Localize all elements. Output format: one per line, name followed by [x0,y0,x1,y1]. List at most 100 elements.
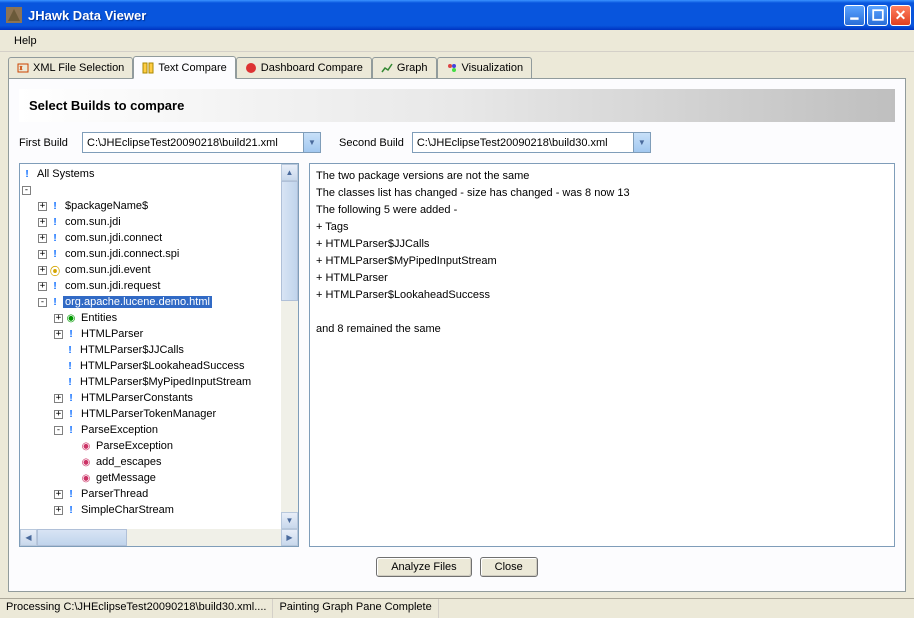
tab-visualization[interactable]: Visualization [437,57,533,79]
tree-node[interactable]: +!SimpleCharStream [22,502,296,518]
expand-icon[interactable]: + [54,394,63,403]
tree-node[interactable]: +!HTMLParserTokenManager [22,406,296,422]
second-build-combo[interactable]: ▼ [412,132,651,153]
first-build-label: First Build [19,137,74,149]
viz-icon [446,62,458,74]
close-panel-button[interactable]: Close [480,557,538,577]
tree-node[interactable]: +◉Entities [22,310,296,326]
tab-dashboard-compare[interactable]: Dashboard Compare [236,57,372,79]
package-icon: ! [50,297,60,307]
tree-node[interactable]: +!com.sun.jdi.connect [22,230,296,246]
tree-node[interactable]: -!ParseException [22,422,296,438]
compare-line: + HTMLParser$LookaheadSuccess [316,287,888,304]
compare-line: + HTMLParser$JJCalls [316,236,888,253]
scroll-up-button[interactable]: ▲ [281,164,298,181]
scroll-down-button[interactable]: ▼ [281,512,298,529]
tree-node-label: HTMLParser [79,328,145,340]
package-icon: ! [50,281,60,291]
collapse-icon[interactable]: - [22,186,31,195]
collapse-icon[interactable]: - [38,298,47,307]
tree-node-label: com.sun.jdi.request [63,280,162,292]
expand-icon[interactable]: + [38,234,47,243]
package-icon: ! [65,361,75,371]
compare-line: The classes list has changed - size has … [316,185,888,202]
tree-node[interactable]: !HTMLParser$LookaheadSuccess [22,358,296,374]
collapse-icon[interactable]: - [54,426,63,435]
package-icon: ! [65,377,75,387]
tree-node-label: HTMLParser$MyPipedInputStream [78,376,253,388]
tree-node[interactable]: +!com.sun.jdi.connect.spi [22,246,296,262]
package-icon: ! [50,201,60,211]
close-button[interactable]: ✕ [890,5,911,26]
tree-node[interactable]: +⦿com.sun.jdi.event [22,262,296,278]
horizontal-scrollbar[interactable]: ◀ ▶ [20,529,298,546]
compare-line: The following 5 were added - [316,202,888,219]
expand-icon[interactable]: + [38,266,47,275]
maximize-button[interactable] [867,5,888,26]
scroll-right-button[interactable]: ▶ [281,529,298,546]
tab-text-compare[interactable]: Text Compare [133,56,235,79]
compare-line: and 8 remained the same [316,321,888,338]
tree-node[interactable]: +!com.sun.jdi [22,214,296,230]
tree-node[interactable]: ◉getMessage [22,470,296,486]
tab-xml-file-selection[interactable]: XML File Selection [8,57,133,79]
tree-expand-root[interactable]: - [22,182,296,198]
tree-node-label: add_escapes [94,456,163,468]
tab-panel: Select Builds to compare First Build ▼ S… [8,78,906,592]
expand-icon[interactable]: + [54,314,63,323]
scroll-thumb-h[interactable] [37,529,127,546]
scroll-thumb[interactable] [281,181,298,301]
status-bar: Processing C:\JHEclipseTest20090218\buil… [0,598,914,618]
tree-node[interactable]: +!$packageName$ [22,198,296,214]
minimize-button[interactable] [844,5,865,26]
compare-text-pane: The two package versions are not the sam… [309,163,895,547]
tab-label: Graph [397,62,428,74]
tree-node[interactable]: !HTMLParser$MyPipedInputStream [22,374,296,390]
package-icon: ! [50,233,60,243]
package-tree[interactable]: !All Systems-+!$packageName$+!com.sun.jd… [20,164,298,520]
scroll-left-button[interactable]: ◀ [20,529,37,546]
tree-node[interactable]: +!HTMLParser [22,326,296,342]
second-build-dropdown-button[interactable]: ▼ [633,133,650,152]
tree-node-label: Entities [79,312,119,324]
expand-icon[interactable]: + [38,202,47,211]
tree-node[interactable]: +!HTMLParserConstants [22,390,296,406]
tree-node[interactable]: !HTMLParser$JJCalls [22,342,296,358]
class-icon: ◉ [66,313,76,323]
tree-node-label: HTMLParser$JJCalls [78,344,186,356]
tree-node-label: com.sun.jdi [63,216,123,228]
tree-node[interactable]: -!org.apache.lucene.demo.html [22,294,296,310]
expand-icon[interactable]: + [54,490,63,499]
help-menu[interactable]: Help [6,32,45,50]
expand-icon[interactable]: + [38,218,47,227]
expand-icon[interactable]: + [54,330,63,339]
tree-node-label: ParserThread [79,488,150,500]
second-build-input[interactable] [413,135,633,151]
xml-icon [17,62,29,74]
tree-node[interactable]: +!ParserThread [22,486,296,502]
method-icon: ◉ [81,473,91,483]
tab-label: Dashboard Compare [261,62,363,74]
analyze-files-button[interactable]: Analyze Files [376,557,471,577]
tab-graph[interactable]: Graph [372,57,437,79]
expand-icon[interactable]: + [38,282,47,291]
package-icon: ! [66,409,76,419]
tree-node[interactable]: +!com.sun.jdi.request [22,278,296,294]
tree-node-label: SimpleCharStream [79,504,176,516]
first-build-input[interactable] [83,135,303,151]
package-icon: ! [66,505,76,515]
expand-icon[interactable]: + [54,506,63,515]
window-titlebar: JHawk Data Viewer ✕ [0,0,914,30]
tree-node[interactable]: ◉add_escapes [22,454,296,470]
first-build-combo[interactable]: ▼ [82,132,321,153]
text-icon [142,62,154,74]
package-icon: ! [66,329,76,339]
tree-root[interactable]: !All Systems [22,166,296,182]
tab-label: Text Compare [158,62,226,74]
tree-node[interactable]: ◉ParseException [22,438,296,454]
first-build-dropdown-button[interactable]: ▼ [303,133,320,152]
vertical-scrollbar[interactable]: ▲ ▼ [281,164,298,529]
package-icon: ! [66,489,76,499]
expand-icon[interactable]: + [54,410,63,419]
expand-icon[interactable]: + [38,250,47,259]
